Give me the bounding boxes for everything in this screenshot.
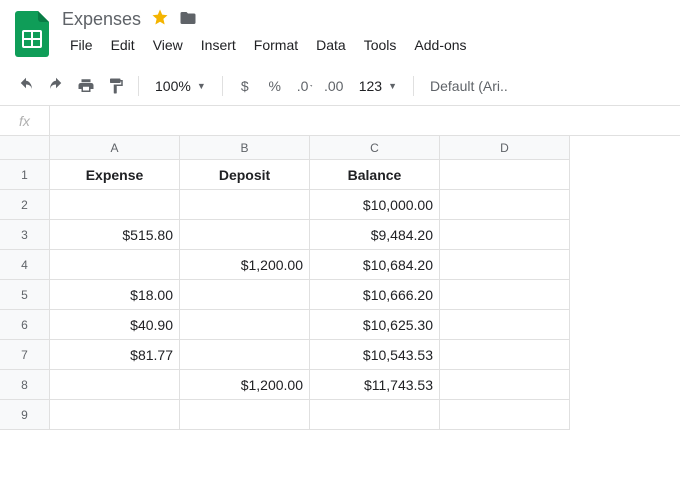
zoom-select[interactable]: 100%▼: [147, 78, 214, 94]
cell[interactable]: $11,743.53: [310, 370, 440, 400]
format-percent-button[interactable]: %: [261, 72, 289, 100]
select-all-corner[interactable]: [0, 136, 50, 160]
menu-tools[interactable]: Tools: [356, 33, 405, 57]
paint-format-icon[interactable]: [102, 72, 130, 100]
menu-addons[interactable]: Add-ons: [406, 33, 474, 57]
cell[interactable]: [50, 250, 180, 280]
cell[interactable]: $10,000.00: [310, 190, 440, 220]
decrease-decimal-button[interactable]: .0: [291, 72, 319, 100]
spreadsheet-grid: A B C D 1 Expense Deposit Balance 2 $10,…: [0, 136, 680, 430]
cell[interactable]: $1,200.00: [180, 250, 310, 280]
cell[interactable]: $81.77: [50, 340, 180, 370]
cell[interactable]: [180, 190, 310, 220]
cell[interactable]: Deposit: [180, 160, 310, 190]
row-header[interactable]: 7: [0, 340, 50, 370]
row-header[interactable]: 9: [0, 400, 50, 430]
menu-data[interactable]: Data: [308, 33, 354, 57]
cell[interactable]: [440, 400, 570, 430]
row-header[interactable]: 2: [0, 190, 50, 220]
cell[interactable]: $1,200.00: [180, 370, 310, 400]
format-currency-button[interactable]: $: [231, 72, 259, 100]
cell[interactable]: [440, 280, 570, 310]
column-header-c[interactable]: C: [310, 136, 440, 160]
cell[interactable]: $515.80: [50, 220, 180, 250]
cell[interactable]: [180, 340, 310, 370]
cell[interactable]: [440, 220, 570, 250]
toolbar: 100%▼ $ % .0 .00 123▼ Default (Ari..: [0, 66, 680, 106]
cell[interactable]: $40.90: [50, 310, 180, 340]
row-header[interactable]: 8: [0, 370, 50, 400]
formula-input[interactable]: [50, 106, 680, 135]
cell[interactable]: [50, 370, 180, 400]
font-select[interactable]: Default (Ari..: [422, 78, 516, 94]
menu-file[interactable]: File: [62, 33, 101, 57]
cell[interactable]: Expense: [50, 160, 180, 190]
redo-icon[interactable]: [42, 72, 70, 100]
cell[interactable]: $9,484.20: [310, 220, 440, 250]
cell[interactable]: [50, 400, 180, 430]
more-formats-button[interactable]: 123▼: [351, 78, 405, 94]
cell[interactable]: [310, 400, 440, 430]
column-header-a[interactable]: A: [50, 136, 180, 160]
fx-icon[interactable]: fx: [0, 106, 50, 135]
cell[interactable]: $18.00: [50, 280, 180, 310]
print-icon[interactable]: [72, 72, 100, 100]
row-header[interactable]: 3: [0, 220, 50, 250]
column-header-d[interactable]: D: [440, 136, 570, 160]
menu-view[interactable]: View: [145, 33, 191, 57]
menu-edit[interactable]: Edit: [103, 33, 143, 57]
cell[interactable]: [180, 400, 310, 430]
sheets-logo-icon[interactable]: [12, 8, 52, 60]
cell[interactable]: [180, 220, 310, 250]
cell[interactable]: [440, 160, 570, 190]
cell[interactable]: $10,625.30: [310, 310, 440, 340]
formula-bar: fx: [0, 106, 680, 136]
row-header[interactable]: 6: [0, 310, 50, 340]
separator: [138, 76, 139, 96]
column-header-b[interactable]: B: [180, 136, 310, 160]
row-header[interactable]: 4: [0, 250, 50, 280]
menubar: File Edit View Insert Format Data Tools …: [62, 33, 668, 57]
star-icon[interactable]: [151, 8, 169, 31]
cell[interactable]: [50, 190, 180, 220]
separator: [413, 76, 414, 96]
row-header[interactable]: 1: [0, 160, 50, 190]
chevron-down-icon: ▼: [197, 81, 206, 91]
row-header[interactable]: 5: [0, 280, 50, 310]
separator: [222, 76, 223, 96]
cell[interactable]: [440, 250, 570, 280]
cell[interactable]: $10,666.20: [310, 280, 440, 310]
menu-insert[interactable]: Insert: [193, 33, 244, 57]
chevron-down-icon: ▼: [388, 81, 397, 91]
menu-format[interactable]: Format: [246, 33, 306, 57]
cell[interactable]: [180, 280, 310, 310]
cell[interactable]: Balance: [310, 160, 440, 190]
cell[interactable]: [180, 310, 310, 340]
undo-icon[interactable]: [12, 72, 40, 100]
cell[interactable]: [440, 310, 570, 340]
increase-decimal-button[interactable]: .00: [321, 72, 349, 100]
cell[interactable]: [440, 340, 570, 370]
cell[interactable]: [440, 190, 570, 220]
folder-icon[interactable]: [179, 9, 197, 30]
document-title[interactable]: Expenses: [62, 9, 141, 30]
cell[interactable]: $10,543.53: [310, 340, 440, 370]
cell[interactable]: $10,684.20: [310, 250, 440, 280]
cell[interactable]: [440, 370, 570, 400]
